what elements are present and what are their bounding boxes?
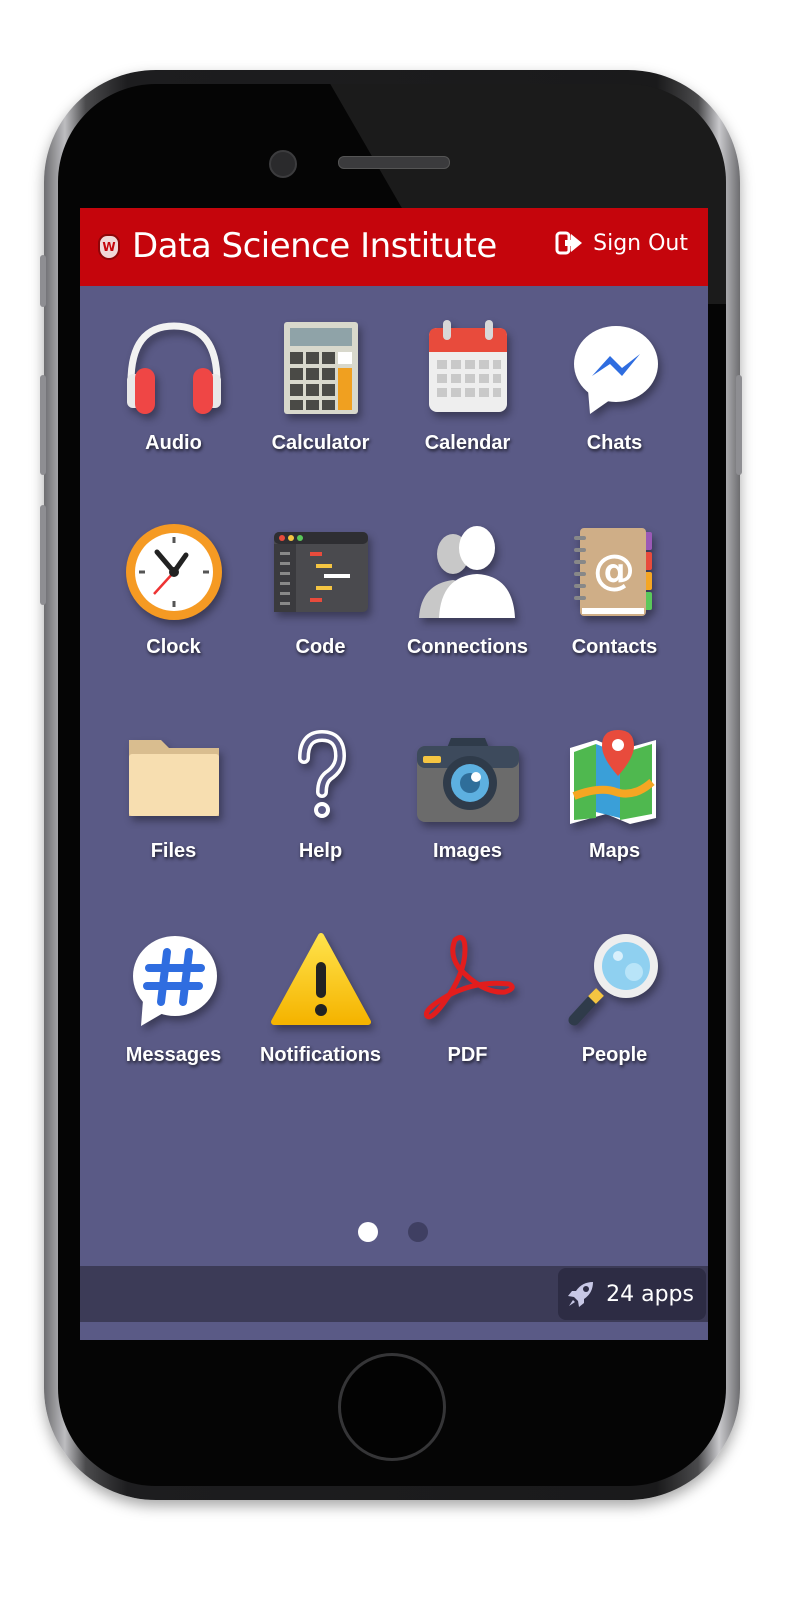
app-code[interactable]: Code	[247, 522, 394, 726]
phone-screen: W Data Science Institute Sign Out Audio	[80, 208, 708, 1340]
volume-down-button	[40, 505, 46, 605]
app-calculator[interactable]: Calculator	[247, 318, 394, 522]
question-mark-icon	[297, 729, 346, 818]
app-help[interactable]: Help	[247, 726, 394, 930]
clock-icon	[125, 524, 222, 620]
app-label: Connections	[406, 636, 529, 658]
app-label: Calculator	[271, 432, 370, 454]
headphones-icon	[126, 322, 221, 414]
calendar-icon	[428, 320, 507, 412]
sign-out-icon	[555, 231, 583, 255]
app-people[interactable]: People	[541, 930, 688, 1134]
page-dot-1[interactable]	[358, 1222, 378, 1242]
uw-crest-logo: W	[98, 234, 120, 260]
app-calendar[interactable]: Calendar	[394, 318, 541, 522]
app-label: Help	[298, 840, 343, 862]
code-editor-icon	[273, 532, 368, 612]
app-label: Contacts	[571, 636, 658, 658]
sign-out-label: Sign Out	[593, 230, 688, 256]
sign-out-button[interactable]: Sign Out	[555, 230, 688, 256]
app-label: Maps	[588, 840, 641, 862]
app-images[interactable]: Images	[394, 726, 541, 930]
app-label: Files	[150, 840, 197, 862]
svg-text:@: @	[593, 545, 635, 594]
home-button[interactable]	[338, 1353, 446, 1461]
app-audio[interactable]: Audio	[100, 318, 247, 522]
power-button	[736, 375, 742, 475]
app-chats[interactable]: Chats	[541, 318, 688, 522]
app-messages[interactable]: Messages	[100, 930, 247, 1134]
app-label: People	[581, 1044, 648, 1066]
app-header: W Data Science Institute Sign Out	[80, 208, 708, 286]
app-label: Clock	[146, 636, 201, 658]
people-silhouettes-icon	[418, 526, 515, 618]
app-files[interactable]: Files	[100, 726, 247, 930]
hashtag-bubble-icon	[132, 936, 217, 1026]
front-camera	[269, 150, 297, 178]
app-label: Messages	[125, 1044, 222, 1066]
map-pin-icon	[569, 730, 656, 824]
app-label: Notifications	[259, 1044, 382, 1066]
messenger-bubble-icon	[573, 326, 658, 414]
address-book-icon: @	[573, 528, 652, 616]
page-indicator	[358, 1222, 428, 1242]
volume-up-button	[40, 375, 46, 475]
mute-switch	[40, 255, 46, 307]
camera-icon	[416, 738, 519, 822]
folder-icon	[128, 740, 219, 816]
app-label: Calendar	[424, 432, 511, 454]
app-connections[interactable]: Connections	[394, 522, 541, 726]
app-label: Images	[433, 840, 502, 862]
calculator-icon	[283, 322, 358, 414]
app-clock[interactable]: Clock	[100, 522, 247, 726]
footer-bar: 24 apps	[80, 1266, 708, 1322]
app-label: Code	[295, 636, 346, 658]
warning-triangle-icon	[270, 933, 371, 1025]
rocket-icon	[568, 1282, 594, 1307]
acrobat-icon	[423, 935, 515, 1020]
app-grid: Audio Calculator Calendar Chats Clock Co…	[100, 318, 688, 1134]
app-count-badge[interactable]: 24 apps	[558, 1268, 706, 1320]
app-contacts[interactable]: @ Contacts	[541, 522, 688, 726]
app-label: PDF	[447, 1044, 488, 1066]
app-label: Audio	[145, 432, 202, 454]
page-dot-2[interactable]	[408, 1222, 428, 1242]
magnifier-icon	[568, 934, 658, 1026]
page-title: Data Science Institute	[132, 226, 497, 266]
app-label: Chats	[586, 432, 643, 454]
earpiece-speaker	[338, 156, 450, 169]
app-count-label: 24 apps	[606, 1281, 694, 1307]
app-maps[interactable]: Maps	[541, 726, 688, 930]
app-pdf[interactable]: PDF	[394, 930, 541, 1134]
app-notifications[interactable]: Notifications	[247, 930, 394, 1134]
